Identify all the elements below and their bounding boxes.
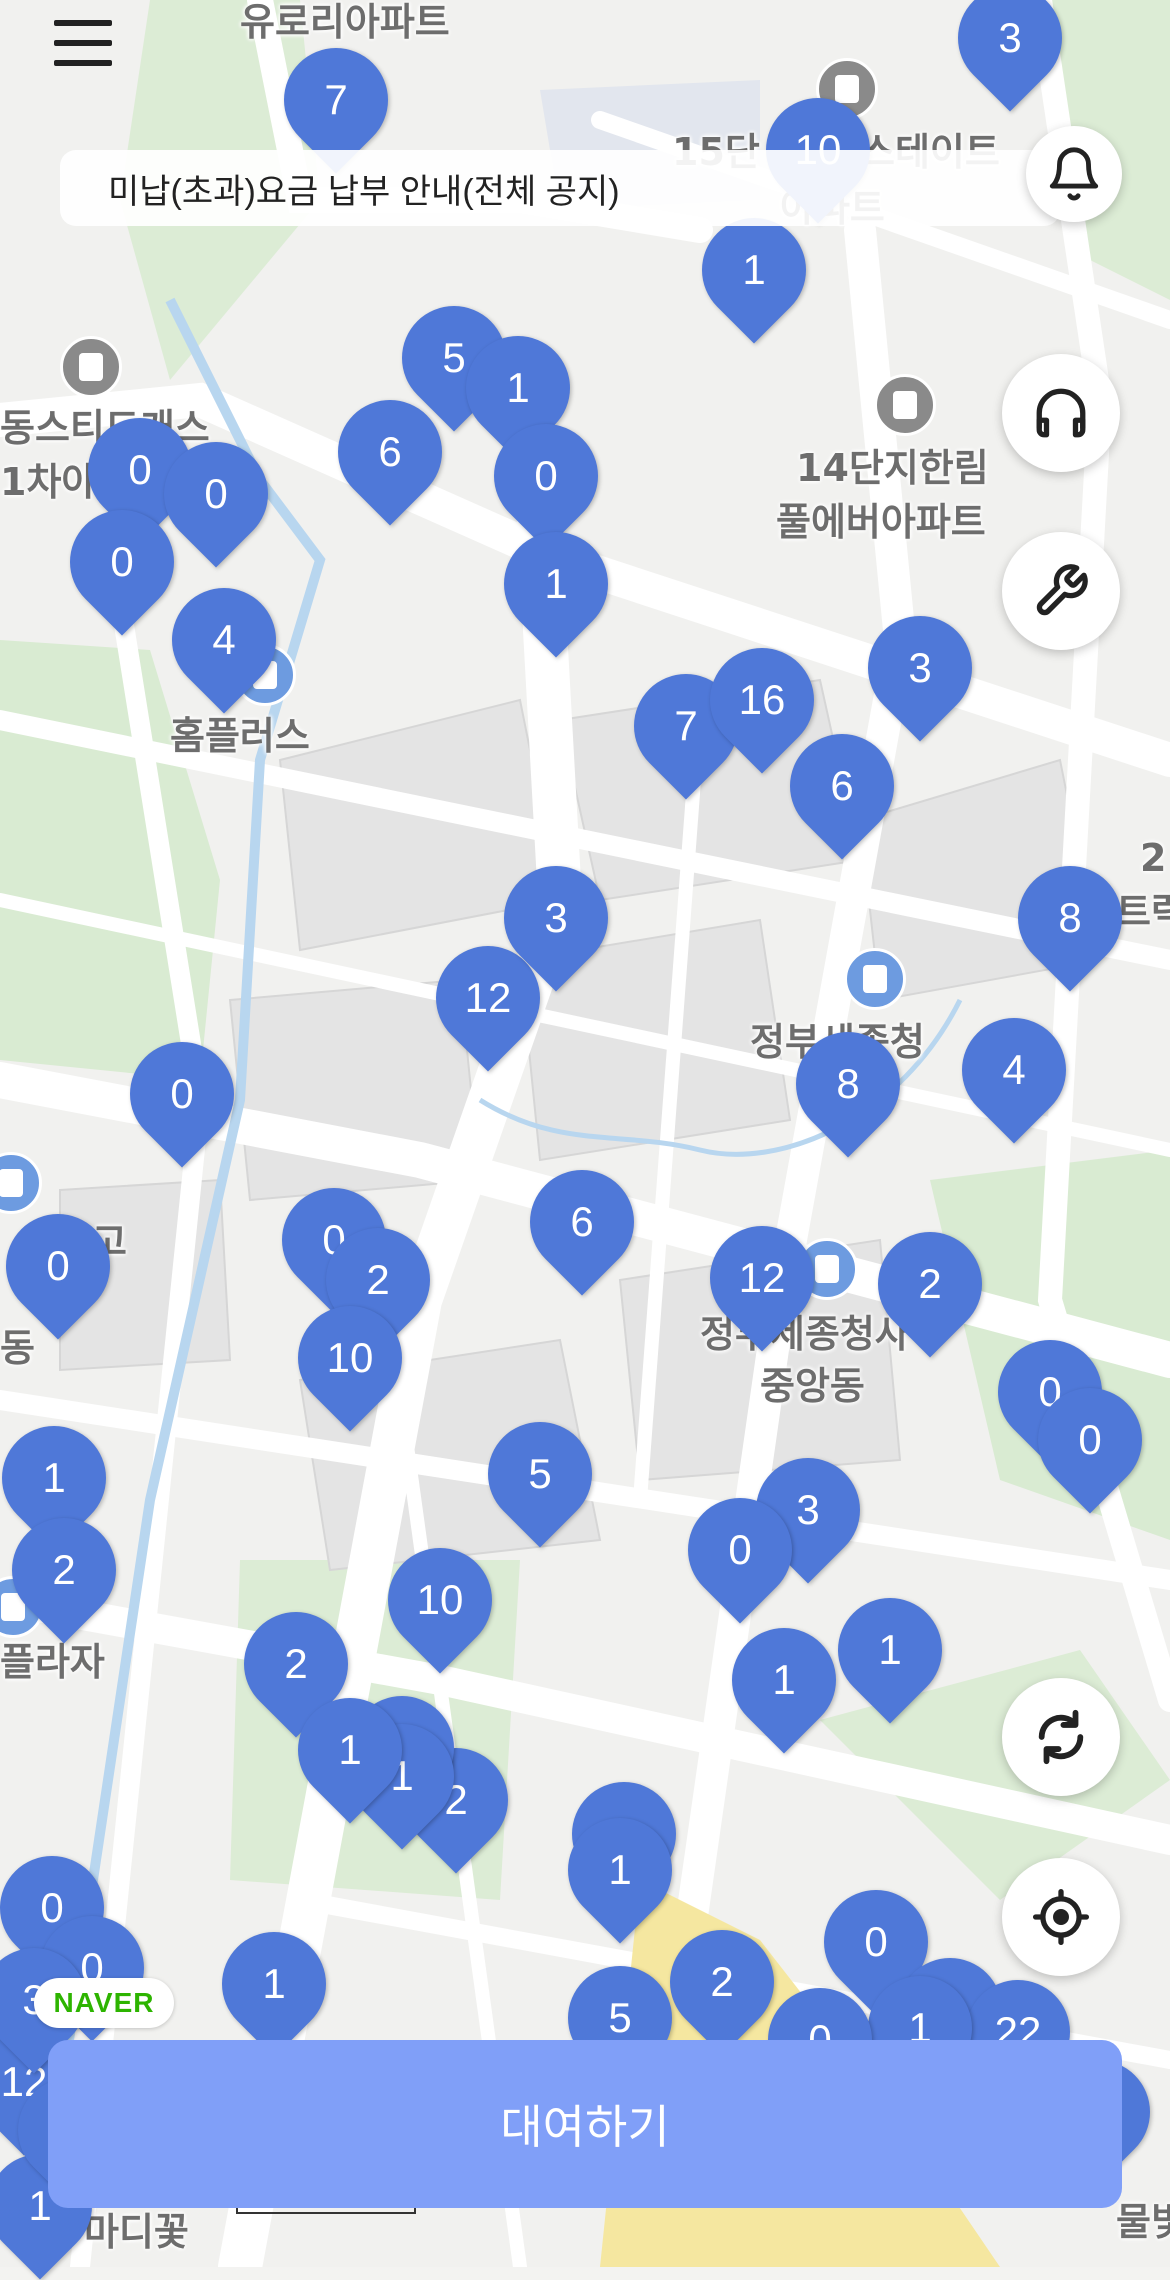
map-marker-pin[interactable]: 8: [774, 1010, 922, 1158]
map-marker-pin[interactable]: 12: [688, 1204, 836, 1352]
government-poi-icon: [844, 948, 906, 1010]
notice-text: 미납(초과)요금 납부 안내(전체 공지): [108, 172, 620, 211]
wrench-icon: [1036, 564, 1088, 616]
map-marker-pin[interactable]: 0: [0, 1192, 132, 1340]
hamburger-menu-icon: [54, 40, 112, 46]
map-marker-pin[interactable]: 0: [142, 420, 290, 568]
map-marker-pin[interactable]: 1: [680, 196, 828, 344]
map-marker-pin[interactable]: 1: [710, 1606, 858, 1754]
map-marker-pin[interactable]: 1: [816, 1576, 964, 1724]
marker-count: 7: [324, 76, 348, 123]
marker-count: 2: [52, 1546, 76, 1593]
refresh-button[interactable]: [1002, 1678, 1120, 1796]
map-marker-pin[interactable]: 3: [846, 594, 994, 742]
marker-count: 6: [830, 762, 854, 809]
bell-icon: [1049, 147, 1099, 201]
map-marker-pin[interactable]: 2: [0, 1496, 138, 1644]
map-marker-pin[interactable]: 0: [48, 488, 196, 636]
notification-button[interactable]: [1026, 126, 1122, 222]
marker-count: 2: [710, 1958, 734, 2005]
marker-count: 1: [772, 1656, 796, 1703]
marker-count: 3: [544, 894, 568, 941]
map-view[interactable]: 유로리아파트 15단 스테이트 아파트 동스티드캐스 1차아 14단지한림 풀에…: [0, 0, 1170, 2280]
map-marker-pin[interactable]: 3: [482, 844, 630, 992]
naver-logo-badge: NAVER: [34, 1978, 174, 2028]
marker-count: 10: [326, 1334, 374, 1381]
marker-count: 0: [170, 1070, 194, 1117]
map-marker-pin[interactable]: 5: [466, 1400, 614, 1548]
map-marker-pin[interactable]: 6: [508, 1148, 656, 1296]
rent-button-label: 대여하기: [500, 2101, 670, 2153]
map-marker-pin[interactable]: 0: [1016, 1366, 1164, 1514]
marker-count: 0: [728, 1526, 752, 1573]
marker-count: 2: [918, 1260, 942, 1307]
map-marker-pin[interactable]: 8: [996, 844, 1144, 992]
marker-count: 1: [742, 246, 766, 293]
map-marker-pin[interactable]: 1: [200, 1910, 348, 2058]
apartment-poi-icon: [60, 336, 122, 398]
map-marker-pin[interactable]: 3: [936, 0, 1084, 112]
marker-count: 0: [110, 538, 134, 585]
hamburger-menu-icon: [54, 60, 112, 66]
headset-icon: [1036, 388, 1086, 438]
marker-count: 10: [416, 1576, 464, 1623]
refresh-icon: [1038, 1709, 1084, 1765]
marker-count: 0: [534, 452, 558, 499]
hamburger-menu-icon: [54, 20, 112, 26]
map-marker-pin[interactable]: 10: [366, 1526, 514, 1674]
marker-count: 1: [42, 1454, 66, 1501]
map-marker-pin[interactable]: 2: [856, 1210, 1004, 1358]
marker-count: 1: [262, 1960, 286, 2007]
marker-count: 3: [998, 14, 1022, 61]
map-marker-pin[interactable]: 6: [316, 378, 464, 526]
marker-count: 3: [908, 644, 932, 691]
map-scale-bar: [236, 2198, 416, 2214]
map-marker-pin[interactable]: 1: [276, 1676, 424, 1824]
notice-banner[interactable]: 미납(초과)요금 납부 안내(전체 공지): [60, 150, 1060, 226]
marker-count: 1: [878, 1626, 902, 1673]
marker-count: 1: [544, 560, 568, 607]
map-marker-pin[interactable]: 1: [482, 510, 630, 658]
marker-count: 0: [204, 470, 228, 517]
marker-count: 0: [1078, 1416, 1102, 1463]
map-marker-pin[interactable]: 0: [472, 402, 620, 550]
marker-count: 8: [1058, 894, 1082, 941]
marker-count: 1: [608, 1846, 632, 1893]
marker-count: 6: [570, 1198, 594, 1245]
repair-button[interactable]: [1002, 532, 1120, 650]
apartment-poi-icon: [874, 374, 936, 436]
marker-count: 6: [378, 428, 402, 475]
my-location-button[interactable]: [1002, 1858, 1120, 1976]
marker-count: 5: [528, 1450, 552, 1497]
menu-button[interactable]: [54, 20, 114, 70]
support-button[interactable]: [1002, 354, 1120, 472]
marker-count: 1: [338, 1726, 362, 1773]
map-marker-pin[interactable]: 1: [546, 1796, 694, 1944]
map-marker-pin[interactable]: 2: [648, 1908, 796, 2056]
marker-count: 4: [1002, 1046, 1026, 1093]
marker-count: 12: [738, 1254, 786, 1301]
map-marker-pin[interactable]: 4: [150, 566, 298, 714]
marker-count: 8: [836, 1060, 860, 1107]
gps-locate-icon: [1032, 1888, 1090, 1946]
map-marker-pin[interactable]: 4: [940, 996, 1088, 1144]
marker-count: 0: [46, 1242, 70, 1289]
map-marker-pin[interactable]: 10: [276, 1284, 424, 1432]
marker-count: 4: [212, 616, 236, 663]
map-marker-pin[interactable]: 0: [666, 1476, 814, 1624]
rent-button[interactable]: 대여하기: [48, 2040, 1122, 2208]
map-marker-pin[interactable]: 6: [768, 712, 916, 860]
map-marker-pin[interactable]: 0: [108, 1020, 256, 1168]
